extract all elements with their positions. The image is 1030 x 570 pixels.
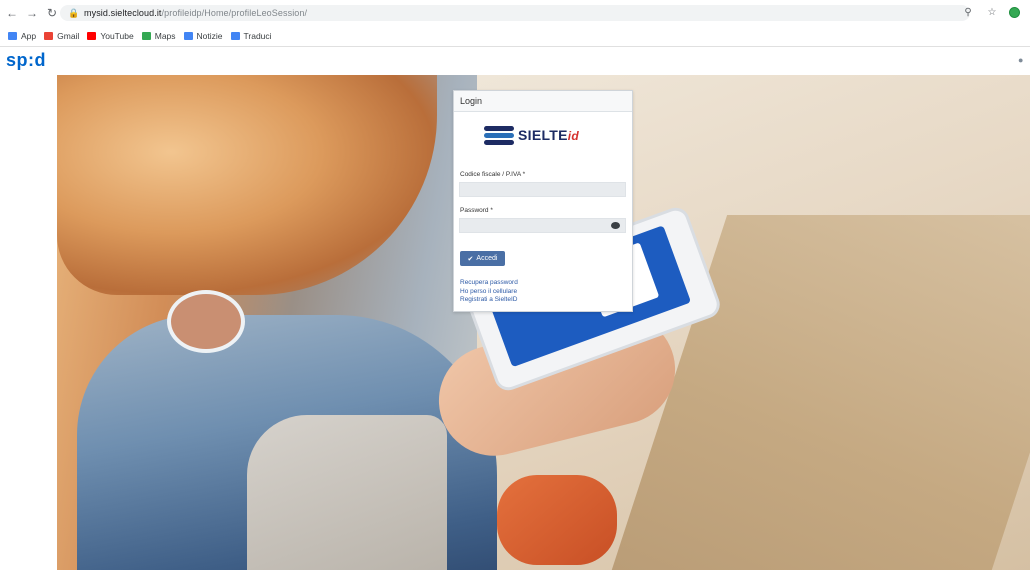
password-input[interactable] xyxy=(459,218,626,233)
header-icon[interactable]: ● xyxy=(1018,55,1028,65)
url-text: mysid.sieltecloud.it/profileidp/Home/pro… xyxy=(84,8,308,18)
sielte-id-logo: SIELTEid xyxy=(484,119,609,151)
maps-icon xyxy=(141,32,151,40)
eye-icon[interactable] xyxy=(611,222,620,229)
gmail-icon xyxy=(44,32,54,40)
news-icon xyxy=(183,32,193,40)
login-button[interactable]: ✔ Accedi xyxy=(460,251,505,266)
jeans-rip xyxy=(167,290,245,353)
bookmark-app[interactable]: App xyxy=(8,31,36,41)
back-arrow-icon[interactable]: ← xyxy=(4,5,20,21)
bookmark-youtube[interactable]: YouTube xyxy=(87,31,134,41)
login-links: Recupera password Ho perso il cellulare … xyxy=(460,279,518,305)
bookmark-traduci[interactable]: Traduci xyxy=(230,31,272,41)
youtube-icon xyxy=(87,32,97,40)
recover-password-link[interactable]: Recupera password xyxy=(460,279,518,288)
lost-phone-link[interactable]: Ho perso il cellulare xyxy=(460,288,518,297)
password-label: Password * xyxy=(460,207,493,214)
reload-icon[interactable]: ↻ xyxy=(44,5,60,21)
bookmark-maps[interactable]: Maps xyxy=(141,31,176,41)
site-header: sp:d ● xyxy=(0,47,1030,74)
apps-grid-icon xyxy=(8,32,17,40)
spid-logo[interactable]: sp:d xyxy=(6,50,46,71)
bookmark-notizie[interactable]: Notizie xyxy=(183,31,223,41)
lock-icon: 🔒 xyxy=(68,8,80,18)
forward-arrow-icon[interactable]: → xyxy=(24,5,40,21)
fiscal-code-label: Codice fiscale / P.IVA * xyxy=(460,171,526,178)
check-icon: ✔ xyxy=(467,255,474,263)
login-panel: Login SIELTEid Codice fiscale / P.IVA * … xyxy=(453,90,633,312)
register-link[interactable]: Registrati a SielteID xyxy=(460,296,518,305)
translate-icon xyxy=(230,32,240,40)
fiscal-code-input[interactable] xyxy=(459,182,626,197)
extension-icon[interactable] xyxy=(1009,6,1020,18)
sielte-swirl-icon xyxy=(484,123,514,147)
login-title: Login xyxy=(454,91,632,112)
orange-shoe xyxy=(497,475,617,565)
toolbar-actions: ⚲ ☆ xyxy=(961,5,1020,19)
bookmarks-bar: App Gmail YouTube Maps Notizie Traduci xyxy=(0,26,1030,47)
star-icon[interactable]: ☆ xyxy=(985,5,999,19)
address-bar[interactable]: 🔒 mysid.sieltecloud.it/profileidp/Home/p… xyxy=(60,5,970,21)
sielte-brand-text: SIELTEid xyxy=(518,127,580,143)
zoom-icon[interactable]: ⚲ xyxy=(961,5,975,19)
bookmark-gmail[interactable]: Gmail xyxy=(44,31,79,41)
sweater xyxy=(247,415,447,570)
browser-toolbar: ← → ↻ 🔒 mysid.sieltecloud.it/profileidp/… xyxy=(0,0,1030,26)
hair xyxy=(57,75,437,295)
